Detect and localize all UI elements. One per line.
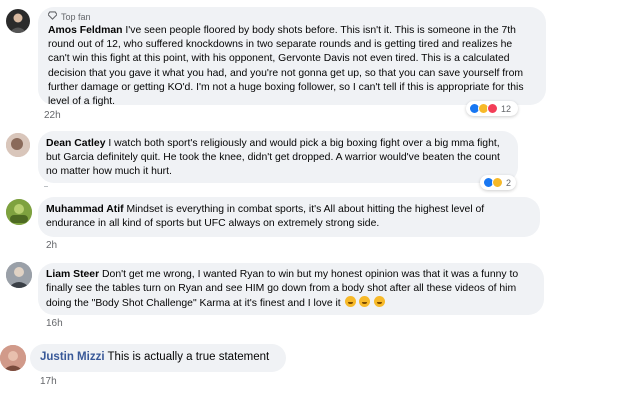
reactions-summary[interactable]: 12 (466, 101, 518, 116)
author-name[interactable]: Dean Catley (46, 138, 105, 149)
author-name[interactable]: Amos Feldman (48, 25, 122, 36)
avatar[interactable] (6, 262, 32, 288)
reaction-count: 12 (501, 103, 512, 114)
comment-bubble: Justin Mizzi This is actually a true sta… (30, 344, 286, 372)
comment-text: Dean Catley I watch both sport's religio… (46, 137, 510, 180)
comment-text: Liam Steer Don't get me wrong, I wanted … (46, 268, 536, 312)
timestamp[interactable]: 2h (46, 240, 57, 251)
reactions-summary[interactable]: 2 (480, 175, 516, 190)
comment-body: Don't get me wrong, I wanted Ryan to win… (46, 269, 519, 310)
laughing-emoji-icon (344, 296, 356, 308)
timestamp-placeholder (44, 186, 48, 187)
timestamp[interactable]: 16h (46, 318, 63, 329)
comment-body: I watch both sport's religiously and wou… (46, 138, 500, 178)
comment-text: Justin Mizzi This is actually a true sta… (40, 350, 276, 364)
comment-bubble: Top fan Amos Feldman I've seen people fl… (38, 7, 546, 107)
timestamp[interactable]: 22h (44, 110, 61, 121)
haha-icon (492, 177, 503, 188)
comment-bubble: Liam Steer Don't get me wrong, I wanted … (38, 263, 544, 315)
author-name[interactable]: Muhammad Atif (46, 204, 124, 215)
avatar[interactable] (6, 199, 32, 225)
top-fan-badge: Top fan (47, 11, 536, 22)
avatar[interactable] (0, 345, 26, 371)
laughing-emoji-icon (374, 296, 386, 308)
top-fan-label: Top fan (61, 11, 91, 22)
comment-bubble: Muhammad Atif Mindset is everything in c… (38, 197, 540, 237)
comment-text: Amos Feldman I've seen people floored by… (48, 24, 536, 109)
diamond-icon (47, 11, 58, 22)
laughing-emoji-icon (359, 296, 371, 308)
comment-body: I've seen people floored by body shots b… (48, 25, 524, 108)
author-name[interactable]: Liam Steer (46, 269, 99, 280)
avatar[interactable] (6, 133, 30, 157)
comment-text: Muhammad Atif Mindset is everything in c… (46, 203, 532, 231)
comment-body: This is actually a true statement (107, 351, 270, 363)
avatar[interactable] (6, 9, 30, 33)
comment-bubble: Dean Catley I watch both sport's religio… (38, 131, 518, 183)
author-name[interactable]: Justin Mizzi (40, 351, 105, 363)
reaction-count: 2 (506, 177, 512, 188)
timestamp[interactable]: 17h (40, 376, 57, 387)
love-icon (487, 103, 498, 114)
